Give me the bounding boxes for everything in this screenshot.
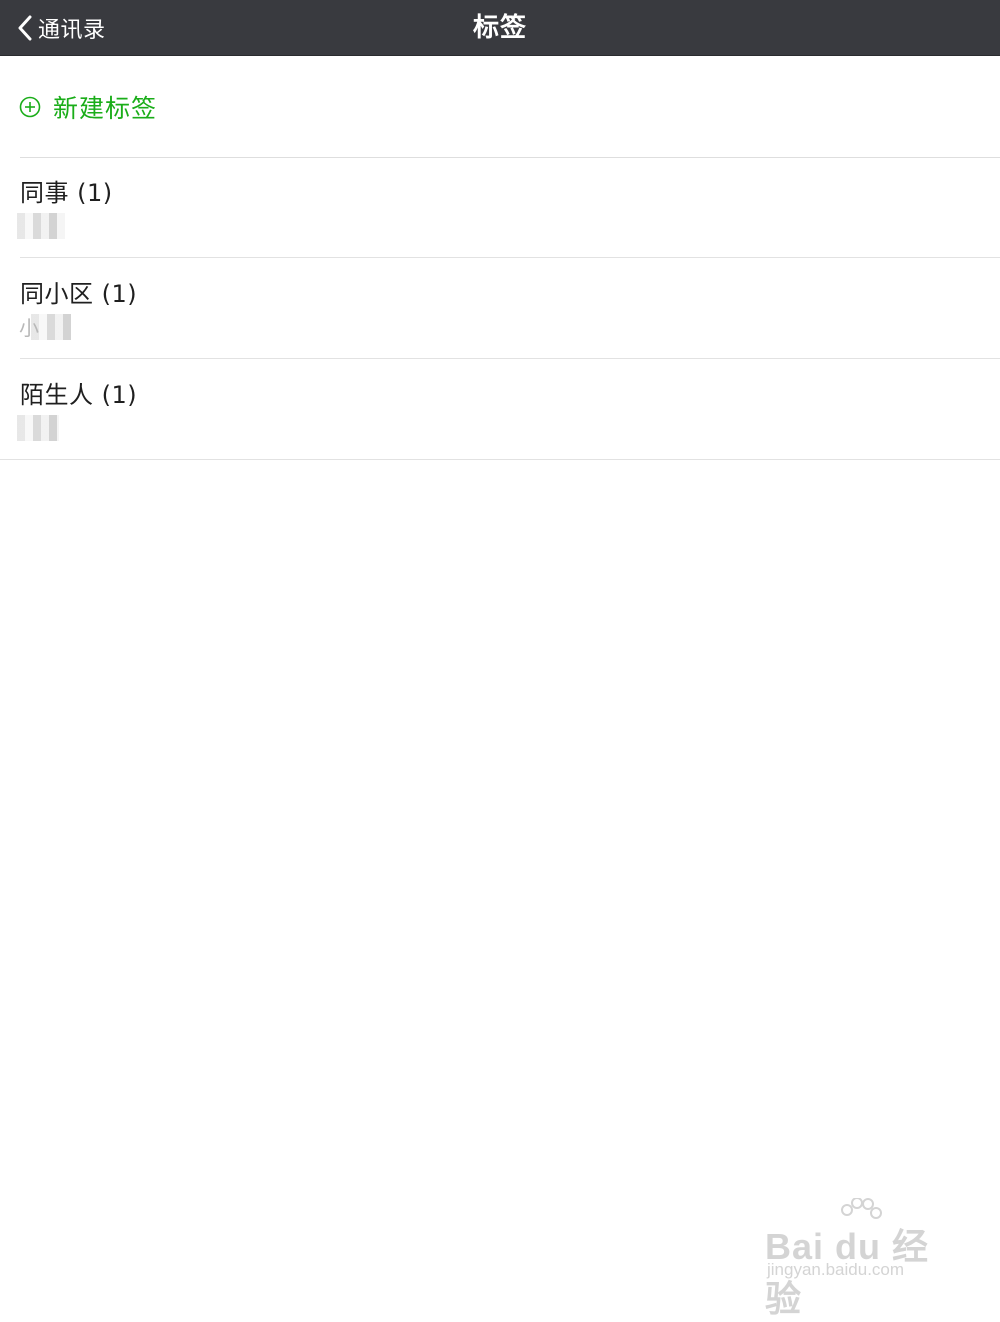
new-tag-label: 新建标签	[53, 94, 158, 123]
tag-item-neighborhood[interactable]: 同小区 (1) 小	[0, 258, 1000, 359]
member-preview-text: 小	[19, 316, 39, 340]
new-tag-button[interactable]: 新建标签	[0, 57, 1000, 157]
plus-circle-icon	[19, 96, 41, 118]
tag-name: 同小区 (1)	[20, 280, 138, 308]
tag-name: 同事 (1)	[20, 179, 113, 207]
tag-member-preview: 小	[17, 312, 77, 340]
baidu-jingyan-watermark: Bai du 经验 jingyan.baidu.com	[765, 1198, 965, 1319]
blurred-avatar-name	[17, 415, 59, 441]
row-divider	[0, 459, 1000, 460]
paw-icon	[841, 1198, 882, 1219]
tag-name: 陌生人 (1)	[20, 381, 138, 409]
tag-member-preview	[17, 413, 77, 441]
page-title: 标签	[472, 13, 527, 43]
tag-member-preview	[17, 211, 77, 239]
tag-list: 同事 (1) 同小区 (1) 小 陌生人 (1)	[0, 157, 1000, 460]
blurred-avatar-name	[17, 213, 65, 239]
watermark-sub: jingyan.baidu.com	[767, 1260, 905, 1279]
navigation-bar: 通讯录 标签	[0, 0, 1000, 56]
tag-item-colleague[interactable]: 同事 (1)	[0, 157, 1000, 258]
tag-item-stranger[interactable]: 陌生人 (1)	[0, 359, 1000, 460]
